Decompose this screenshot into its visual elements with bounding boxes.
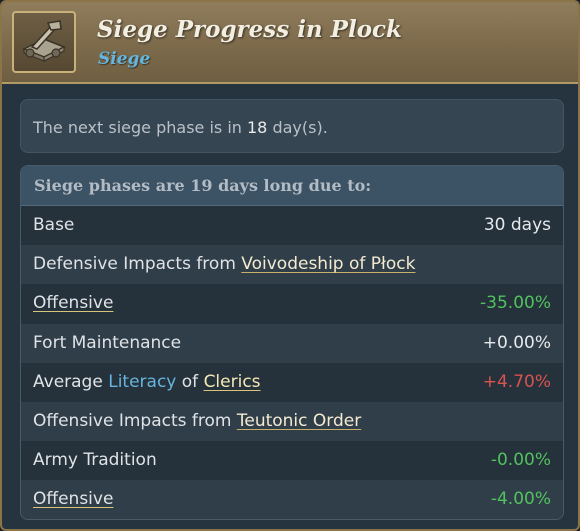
- table-row-offensive-attacker: Offensive -4.00%: [21, 480, 563, 519]
- siege-breakdown-table: Siege phases are 19 days long due to: Ba…: [20, 165, 564, 520]
- siege-progress-tooltip: Siege Progress in Plock Siege The next s…: [0, 0, 580, 531]
- tooltip-title: Siege Progress in Plock: [97, 16, 402, 43]
- breakdown-heading: Siege phases are 19 days long due to:: [34, 176, 372, 195]
- row-label: Offensive Impacts from Teutonic Order: [33, 411, 361, 431]
- table-row-base: Base 30 days: [21, 206, 563, 246]
- row-value: 30 days: [483, 215, 551, 235]
- table-row-offensive-impacts: Offensive Impacts from Teutonic Order: [21, 401, 563, 442]
- table-row-offensive-defender: Offensive -35.00%: [21, 284, 563, 324]
- row-value: -4.00%: [490, 489, 551, 510]
- row-value: +0.00%: [482, 332, 551, 353]
- next-phase-text: The next siege phase is in 18 day(s).: [33, 118, 328, 137]
- table-row-defensive-impacts: Defensive Impacts from Voivodeship of Pł…: [21, 245, 563, 285]
- next-phase-days: 18: [247, 118, 268, 137]
- fort-maintenance-label[interactable]: Fort Maintenance: [33, 333, 181, 353]
- breakdown-heading-row: Siege phases are 19 days long due to:: [21, 166, 563, 206]
- offensive-link[interactable]: Offensive: [33, 293, 113, 313]
- row-label: Base: [33, 215, 75, 235]
- next-phase-prefix: The next siege phase is in: [33, 118, 247, 137]
- row-value: -0.00%: [490, 450, 551, 471]
- offensive-link[interactable]: Offensive: [33, 489, 113, 509]
- tooltip-header: Siege Progress in Plock Siege: [2, 2, 578, 84]
- row-value: -35.00%: [480, 293, 551, 314]
- row-value: +4.70%: [482, 371, 551, 392]
- row-prefix: Average: [33, 371, 109, 392]
- catapult-icon: [22, 20, 66, 62]
- table-row-literacy-clerics: Average Literacy of Clerics +4.70%: [21, 362, 563, 402]
- next-phase-suffix: day(s).: [267, 118, 328, 137]
- literacy-term[interactable]: Literacy: [108, 372, 176, 392]
- row-label: Average Literacy of Clerics: [33, 372, 261, 392]
- row-connector: of: [176, 371, 204, 392]
- tooltip-subtitle: Siege: [98, 49, 151, 69]
- army-tradition-label[interactable]: Army Tradition: [33, 450, 157, 470]
- row-label: Defensive Impacts from Voivodeship of Pł…: [33, 254, 415, 274]
- table-row-army-tradition: Army Tradition -0.00%: [21, 441, 563, 481]
- attacker-link[interactable]: Teutonic Order: [237, 411, 361, 431]
- row-prefix: Offensive Impacts from: [33, 410, 237, 431]
- defender-link[interactable]: Voivodeship of Płock: [241, 254, 415, 274]
- row-prefix: Defensive Impacts from: [33, 254, 242, 275]
- clerics-link[interactable]: Clerics: [204, 372, 261, 392]
- table-row-fort-maintenance: Fort Maintenance +0.00%: [21, 323, 563, 363]
- next-phase-box: The next siege phase is in 18 day(s).: [20, 99, 564, 153]
- siege-icon-frame: [12, 11, 76, 73]
